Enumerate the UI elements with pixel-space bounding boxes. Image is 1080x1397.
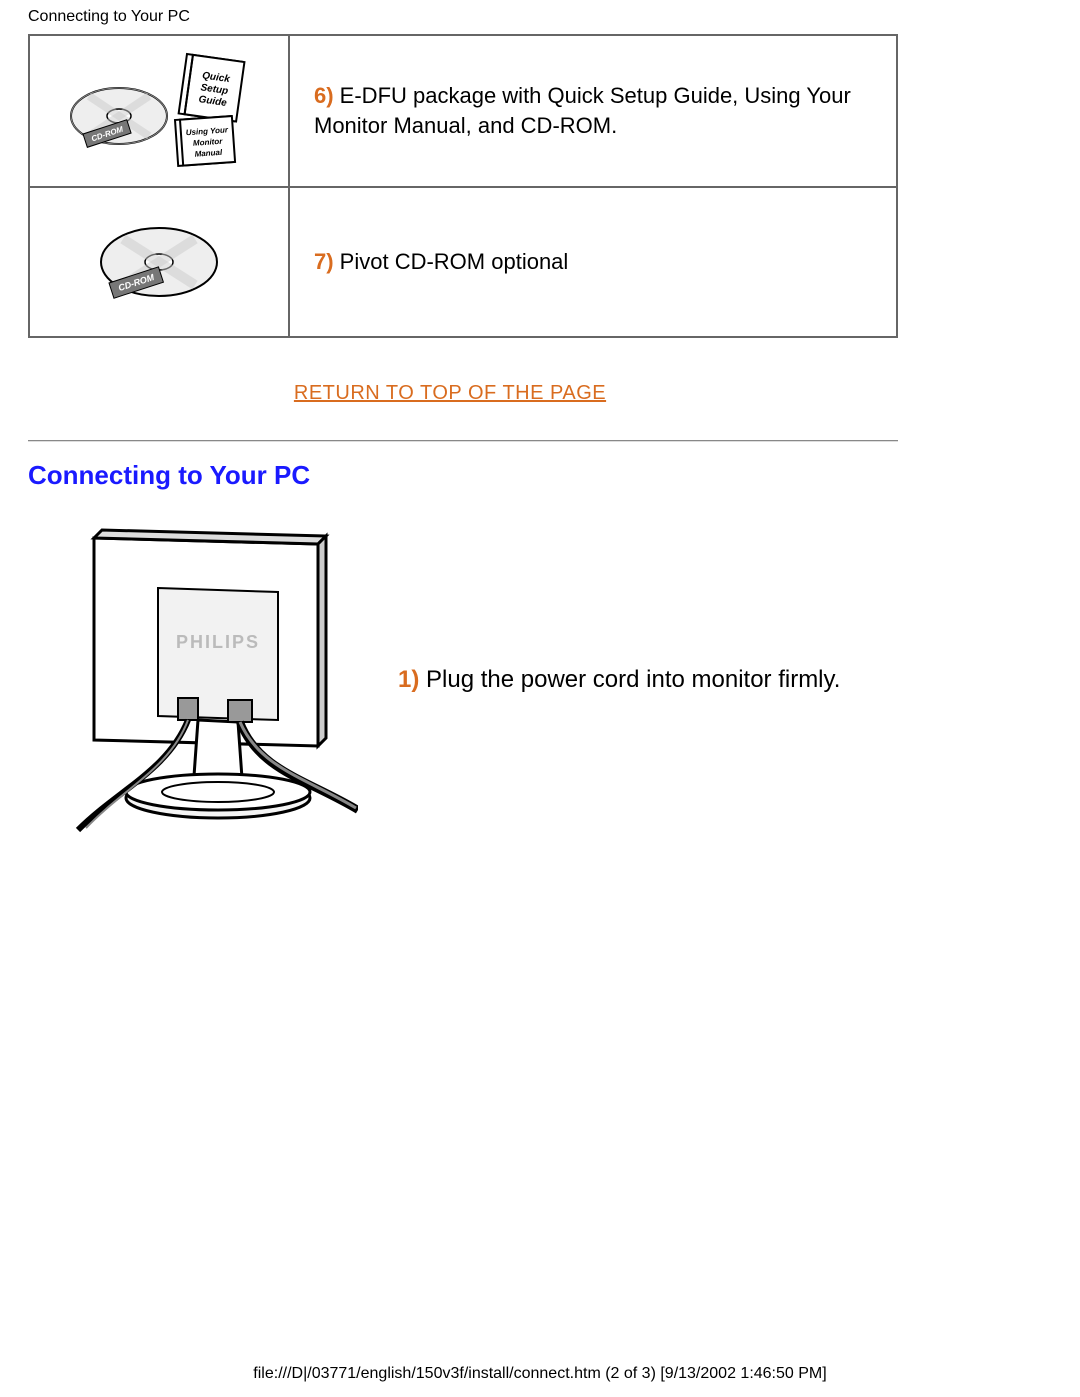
item-text: E-DFU package with Quick Setup Guide, Us… xyxy=(314,83,851,138)
step-1-row: PHILIPS 1) Plug the power cord into moni… xyxy=(28,520,898,840)
edfu-package-icon: CD-ROM Quick Setup Guide Using Your Moni… xyxy=(59,46,259,176)
item-7-image-cell: CD-ROM xyxy=(29,187,289,337)
item-6-image-cell: CD-ROM Quick Setup Guide Using Your Moni… xyxy=(29,35,289,187)
item-7-text-cell: 7) Pivot CD-ROM optional xyxy=(289,187,897,337)
pivot-cdrom-icon: CD-ROM xyxy=(79,207,239,317)
table-row: CD-ROM 7) Pivot CD-ROM optional xyxy=(29,187,897,337)
accessory-table: CD-ROM Quick Setup Guide Using Your Moni… xyxy=(28,34,898,338)
step-1-text: 1) Plug the power cord into monitor firm… xyxy=(398,664,840,695)
footer-path: file:///D|/03771/english/150v3f/install/… xyxy=(0,1365,1080,1383)
step-text-content: Plug the power cord into monitor firmly. xyxy=(419,666,840,693)
step-number: 1) xyxy=(398,666,419,693)
item-number: 6) xyxy=(314,83,334,108)
monitor-back-icon: PHILIPS xyxy=(38,520,358,840)
svg-text:PHILIPS: PHILIPS xyxy=(176,632,260,652)
divider xyxy=(28,440,898,441)
return-to-top-link[interactable]: RETURN TO TOP OF THE PAGE xyxy=(0,382,900,405)
step-1-image: PHILIPS xyxy=(28,520,368,840)
section-heading: Connecting to Your PC xyxy=(28,460,310,491)
item-text: Pivot CD-ROM optional xyxy=(334,249,569,274)
item-number: 7) xyxy=(314,249,334,274)
page-header-label: Connecting to Your PC xyxy=(28,8,190,26)
table-row: CD-ROM Quick Setup Guide Using Your Moni… xyxy=(29,35,897,187)
item-6-text-cell: 6) E-DFU package with Quick Setup Guide,… xyxy=(289,35,897,187)
